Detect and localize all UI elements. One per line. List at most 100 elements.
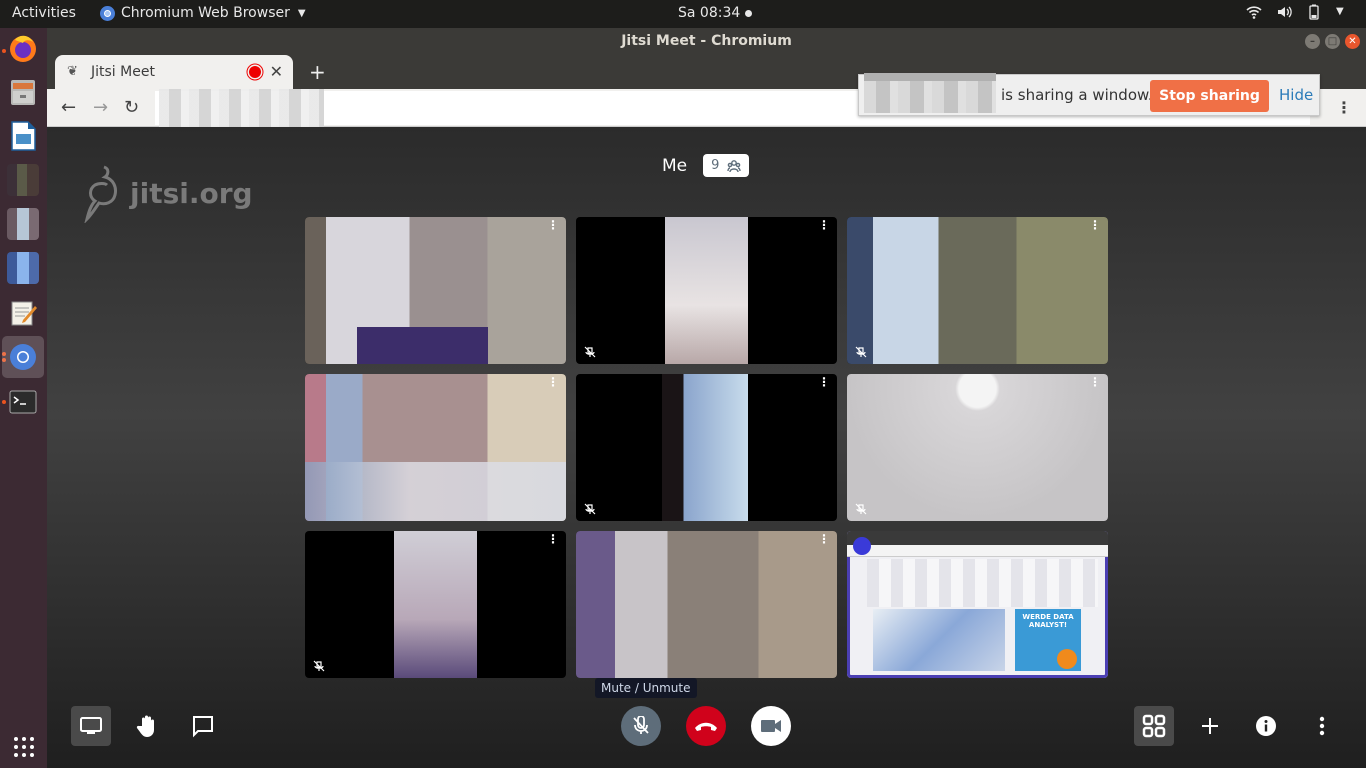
presentation-icon [11,121,36,151]
mic-muted-icon [855,503,867,515]
clock[interactable]: Sa 08:34 [678,5,753,21]
video-tile[interactable]: ⋮ [305,531,566,678]
launcher-redacted-app[interactable] [7,252,39,284]
raise-hand-button[interactable] [127,706,167,746]
video-tile[interactable]: ⋮ [305,374,566,521]
share-message: is sharing a window. [1001,86,1153,104]
jitsi-watermark[interactable]: jitsi.org [84,163,253,223]
video-tile[interactable]: ⋮ [576,374,837,521]
tile-menu-icon[interactable]: ⋮ [547,219,559,231]
forward-button[interactable]: → [93,97,108,118]
tab-jitsi-meet[interactable]: ❦ Jitsi Meet ✕ [55,55,293,89]
jitsi-meeting-page: jitsi.org Me 9 ⋮ ⋮ ⋮ ⋮ ⋮ ⋮ ⋮ ⋮ WERDE DAT… [47,127,1366,768]
video-feed-lower [305,462,566,521]
launcher-dock [0,28,47,768]
info-button[interactable] [1246,706,1286,746]
tile-view-button[interactable] [1134,706,1174,746]
back-button[interactable]: ← [61,97,76,118]
chromium-icon [10,344,36,370]
hide-infobar-button[interactable]: Hide [1279,86,1313,104]
launcher-files[interactable] [7,76,39,108]
redacted-url [159,89,324,127]
maximize-button[interactable]: □ [1325,34,1340,49]
video-feed [664,217,749,364]
tile-menu-icon[interactable]: ⋮ [818,219,830,231]
shared-screen-toolbar [847,545,1108,557]
more-vertical-icon [1319,716,1325,736]
camera-button[interactable] [751,706,791,746]
video-tile[interactable]: ⋮ [847,217,1108,364]
app-menu-label: Chromium Web Browser [121,5,290,21]
app-menu[interactable]: Chromium Web Browser ▼ [100,5,306,21]
launcher-redacted-app[interactable] [7,208,39,240]
show-applications-button[interactable] [13,736,35,758]
activities-button[interactable]: Activities [12,5,76,21]
mic-muted-icon [633,716,649,734]
tile-menu-icon[interactable]: ⋮ [1089,219,1101,231]
clock-label: Sa 08:34 [678,5,741,21]
tile-menu-icon[interactable]: ⋮ [818,376,830,388]
window-title: Jitsi Meet - Chromium [621,33,792,49]
participant-count-badge[interactable]: 9 [703,154,750,177]
file-cabinet-icon [11,80,35,105]
video-tile[interactable]: ⋮ [847,374,1108,521]
reload-button[interactable]: ↻ [124,97,139,118]
invite-button[interactable] [1190,706,1230,746]
system-menu-caret-icon: ▼ [1336,6,1344,17]
chat-button[interactable] [183,706,223,746]
new-tab-button[interactable]: + [309,60,326,84]
info-icon [1256,716,1276,736]
running-indicator [2,400,6,404]
video-feed [393,531,478,678]
video-camera-icon [761,720,781,732]
wifi-icon [1246,4,1262,20]
participant-count: 9 [711,158,720,173]
launcher-redacted-app[interactable] [7,164,39,196]
launcher-terminal[interactable] [7,386,39,418]
chat-icon [193,716,213,738]
video-tile-grid: ⋮ ⋮ ⋮ ⋮ ⋮ ⋮ ⋮ ⋮ WERDE DATA ANALYST! [305,217,1109,678]
launcher-chromium[interactable] [2,336,44,378]
video-tile[interactable]: ⋮ [305,217,566,364]
video-feed [847,217,1108,364]
terminal-icon [9,390,37,414]
screen-share-button[interactable] [71,706,111,746]
video-feed [576,531,837,678]
close-tab-icon[interactable]: ✕ [270,62,283,81]
video-tile[interactable]: ⋮ [576,217,837,364]
chromium-icon [100,5,115,21]
video-tile[interactable]: ⋮ [576,531,837,678]
tile-menu-icon[interactable]: ⋮ [1089,376,1101,388]
conference-header: Me 9 [662,154,750,177]
shared-screen-titlebar [847,531,1108,545]
microphone-button[interactable] [621,706,661,746]
launcher-libreoffice-impress[interactable] [7,120,39,152]
tile-menu-icon[interactable]: ⋮ [818,533,830,545]
close-window-button[interactable]: ✕ [1345,34,1360,49]
local-participant-name: Me [662,155,688,176]
notepad-icon [11,301,37,326]
stop-sharing-button[interactable]: Stop sharing [1150,80,1269,112]
launcher-firefox[interactable] [7,32,39,64]
tile-menu-icon[interactable]: ⋮ [547,376,559,388]
browser-menu-button[interactable]: ⋮ [1336,98,1352,117]
hangup-icon [695,722,717,731]
minimize-button[interactable]: – [1305,34,1320,49]
notification-dot-icon [745,9,753,17]
screen-share-infobar: is sharing a window. Stop sharing Hide [858,73,1320,116]
tile-menu-icon[interactable]: ⋮ [547,533,559,545]
battery-icon [1306,4,1322,20]
hand-icon [136,715,154,737]
caret-down-icon: ▼ [297,7,306,19]
video-feed [662,374,749,521]
mute-tooltip: Mute / Unmute [595,678,697,698]
video-tile-screen-share[interactable]: WERDE DATA ANALYST! [847,531,1108,678]
mic-muted-icon [855,346,867,358]
mic-muted-icon [584,346,596,358]
launcher-text-editor[interactable] [7,296,39,328]
mic-muted-icon [313,660,325,672]
more-actions-button[interactable] [1302,706,1342,746]
system-tray[interactable]: ▼ [1246,4,1352,20]
window-titlebar: Jitsi Meet - Chromium – □ ✕ [47,28,1366,55]
hangup-button[interactable] [686,706,726,746]
